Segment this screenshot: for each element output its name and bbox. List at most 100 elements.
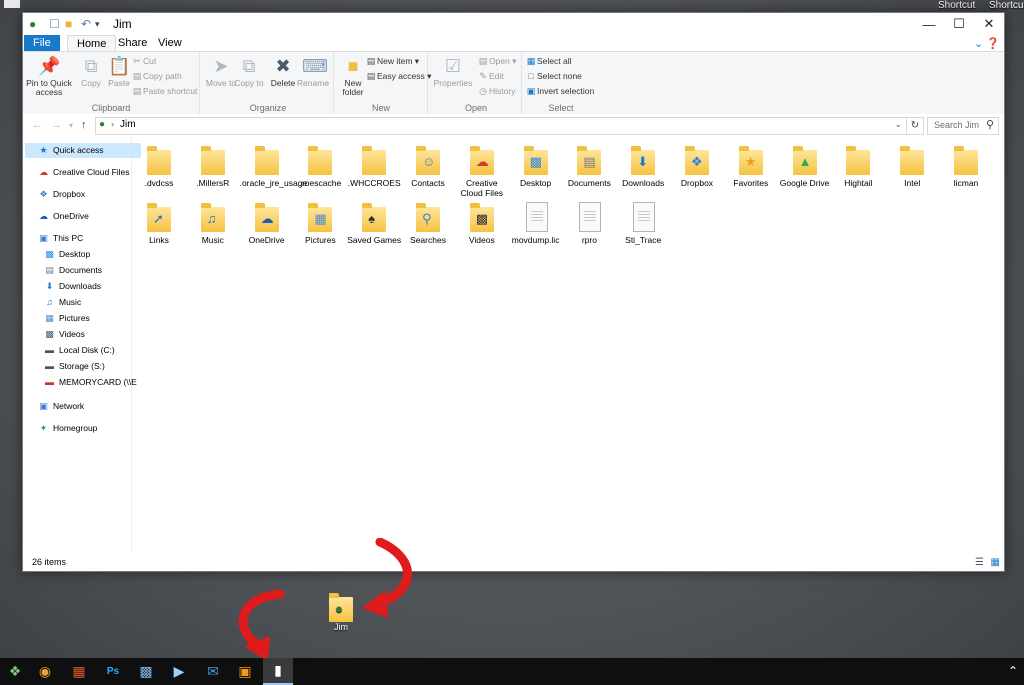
invert-selection-button[interactable]: ▣ Invert selection xyxy=(525,85,594,98)
tab-file[interactable]: File xyxy=(24,35,60,51)
folder-item[interactable]: ▦ Pictures xyxy=(293,202,347,245)
folder-item[interactable]: ☺ Contacts xyxy=(401,145,455,188)
file-item[interactable]: movdump.lic xyxy=(509,202,563,245)
title-bar[interactable]: ● ☐ ■ ↶ ▾ Jim — ☐ ✕ xyxy=(23,13,1004,35)
history-button[interactable]: ◷ History xyxy=(477,85,515,98)
select-none-button[interactable]: □ Select none xyxy=(525,70,582,83)
edit-button[interactable]: ✎ Edit xyxy=(477,70,503,83)
image-viewer-taskbar-icon[interactable]: ▩ xyxy=(131,658,161,685)
desktop-shortcut-label[interactable]: Shortcut xyxy=(989,0,1024,11)
tray-expand-icon[interactable]: ⌃ xyxy=(1008,664,1018,678)
nav-item-local-disk[interactable]: ▬ Local Disk (C:) xyxy=(25,343,147,358)
folder-item[interactable]: ▲ Google Drive xyxy=(778,145,832,188)
documents-icon: ▤ xyxy=(45,265,54,275)
customize-toolbar-icon[interactable]: ▾ xyxy=(95,17,100,31)
copy-path-button[interactable]: ▤ Copy path xyxy=(131,70,182,83)
new-item-button[interactable]: ▤ New item ▾ xyxy=(365,55,419,68)
address-dropdown-icon[interactable]: ⌄ xyxy=(894,119,902,130)
folder-item[interactable]: ♠ Saved Games xyxy=(347,202,401,245)
nav-item-homegroup[interactable]: ✦ Homegroup xyxy=(25,421,141,436)
folder-item[interactable]: .MillersR xyxy=(186,145,240,188)
nav-item-quick-access[interactable]: ★ Quick access xyxy=(25,143,141,158)
file-item[interactable]: Sti_Trace xyxy=(616,202,670,245)
back-icon[interactable]: ← xyxy=(32,119,43,131)
folder-item[interactable]: ➚ Links xyxy=(132,202,186,245)
folder-item[interactable]: ★ Favorites xyxy=(724,145,778,188)
folder-item[interactable]: ▤ Documents xyxy=(562,145,616,188)
close-icon[interactable]: ✕ xyxy=(974,13,1004,35)
start-menu-icon[interactable]: ❖ xyxy=(0,658,30,685)
search-icon[interactable]: ⚲ xyxy=(986,118,994,131)
archive-taskbar-icon[interactable]: ▣ xyxy=(230,658,260,685)
maximize-icon[interactable]: ☐ xyxy=(944,13,974,35)
nav-item-storage[interactable]: ▬ Storage (S:) xyxy=(25,359,147,374)
tab-view[interactable]: View xyxy=(149,35,191,51)
easy-access-button[interactable]: ▤ Easy access ▾ xyxy=(365,70,432,83)
properties-quick-icon[interactable]: ☐ xyxy=(49,17,60,31)
address-field[interactable]: ● › Jim ⌄ xyxy=(95,117,907,135)
folder-item[interactable]: .roescache xyxy=(293,145,347,188)
nav-item-network[interactable]: ▣ Network xyxy=(25,399,141,414)
file-item[interactable]: rpro xyxy=(562,202,616,245)
nav-item-desktop[interactable]: ▩ Desktop xyxy=(25,247,147,262)
nav-item-memorycard[interactable]: ▬ MEMORYCARD (\\E xyxy=(25,375,147,390)
folder-item[interactable]: ▩ Desktop xyxy=(509,145,563,188)
jim-desktop-shortcut[interactable]: ● Jim xyxy=(326,592,356,632)
folder-item[interactable]: .WHCCROES xyxy=(347,145,401,188)
select-all-button[interactable]: ▦ Select all xyxy=(525,55,572,68)
up-icon[interactable]: ↑ xyxy=(81,119,87,131)
forward-icon[interactable]: → xyxy=(51,119,62,131)
cut-button[interactable]: ✂ Cut xyxy=(131,55,156,68)
media-player-taskbar-icon[interactable]: ▶ xyxy=(164,658,194,685)
details-view-icon[interactable]: ☰ xyxy=(975,557,984,568)
nav-item-music[interactable]: ♫ Music xyxy=(25,295,147,310)
rename-button[interactable]: ⌨ Rename xyxy=(295,55,331,88)
thunderbird-taskbar-icon[interactable]: ✉ xyxy=(198,658,228,685)
item-label: .MillersR xyxy=(196,178,230,188)
folder-item[interactable]: .dvdcss xyxy=(132,145,186,188)
nav-item-pictures[interactable]: ▦ Pictures xyxy=(25,311,147,326)
desktop-shortcut-label[interactable]: Shortcut xyxy=(938,0,975,11)
item-label: OneDrive xyxy=(248,235,285,245)
refresh-icon[interactable]: ↻ xyxy=(906,117,924,135)
nav-item-this-pc[interactable]: ▣ This PC xyxy=(25,231,141,246)
folder-item[interactable]: ⬇ Downloads xyxy=(616,145,670,188)
large-icons-view-icon[interactable]: ▦ xyxy=(991,557,1000,568)
nav-item-videos[interactable]: ▩ Videos xyxy=(25,327,147,342)
blank-document-taskbar-icon[interactable]: ▮ xyxy=(263,658,293,685)
folder-item[interactable]: ☁ Creative Cloud Files xyxy=(455,145,509,198)
nav-item-onedrive[interactable]: ☁ OneDrive xyxy=(25,209,141,224)
chrome-taskbar-icon[interactable]: ◉ xyxy=(30,658,60,685)
ribbon-expand-help-icons[interactable]: ⌄ ❓ xyxy=(974,37,1000,50)
nav-item-creative-cloud[interactable]: ☁ Creative Cloud Files xyxy=(25,165,141,180)
breadcrumb-current[interactable]: Jim xyxy=(120,119,136,130)
pin-quick-access-button[interactable]: 📌 Pin to Quick access xyxy=(25,55,73,97)
nav-item-documents[interactable]: ▤ Documents xyxy=(25,263,147,278)
open-button[interactable]: ▤ Open ▾ xyxy=(477,55,517,68)
folder-item[interactable]: Hightail xyxy=(831,145,885,188)
folder-item[interactable]: licman xyxy=(939,145,993,188)
folder-item[interactable]: ⚲ Searches xyxy=(401,202,455,245)
minimize-icon[interactable]: — xyxy=(914,13,944,35)
properties-button[interactable]: ☑ Properties xyxy=(431,55,475,88)
folder-icon xyxy=(846,146,871,175)
copy-to-button[interactable]: ⧉ Copy to xyxy=(231,55,267,88)
folder-item[interactable]: Intel xyxy=(885,145,939,188)
select-all-icon: ▦ xyxy=(526,56,536,66)
user-folder-icon[interactable]: ● xyxy=(29,17,36,31)
nav-item-dropbox[interactable]: ❖ Dropbox xyxy=(25,187,141,202)
folder-item[interactable]: ☁ OneDrive xyxy=(240,202,294,245)
nav-item-downloads[interactable]: ⬇ Downloads xyxy=(25,279,147,294)
folder-item[interactable]: ▩ Videos xyxy=(455,202,509,245)
undo-icon[interactable]: ↶ xyxy=(81,17,91,31)
app-taskbar-icon[interactable]: ▦ xyxy=(64,658,94,685)
recent-locations-icon[interactable]: ▾ xyxy=(69,121,73,130)
new-folder-quick-icon[interactable]: ■ xyxy=(65,17,72,31)
folder-item[interactable]: ♫ Music xyxy=(186,202,240,245)
paste-shortcut-button[interactable]: ▤ Paste shortcut xyxy=(131,85,198,98)
photoshop-taskbar-icon[interactable]: Ps xyxy=(98,658,128,685)
search-input[interactable]: Search Jim ⚲ xyxy=(927,117,999,135)
folder-item[interactable]: .oracle_jre_usage xyxy=(240,145,307,188)
folder-item[interactable]: ❖ Dropbox xyxy=(670,145,724,188)
desktop-item-fragment[interactable] xyxy=(4,0,20,8)
